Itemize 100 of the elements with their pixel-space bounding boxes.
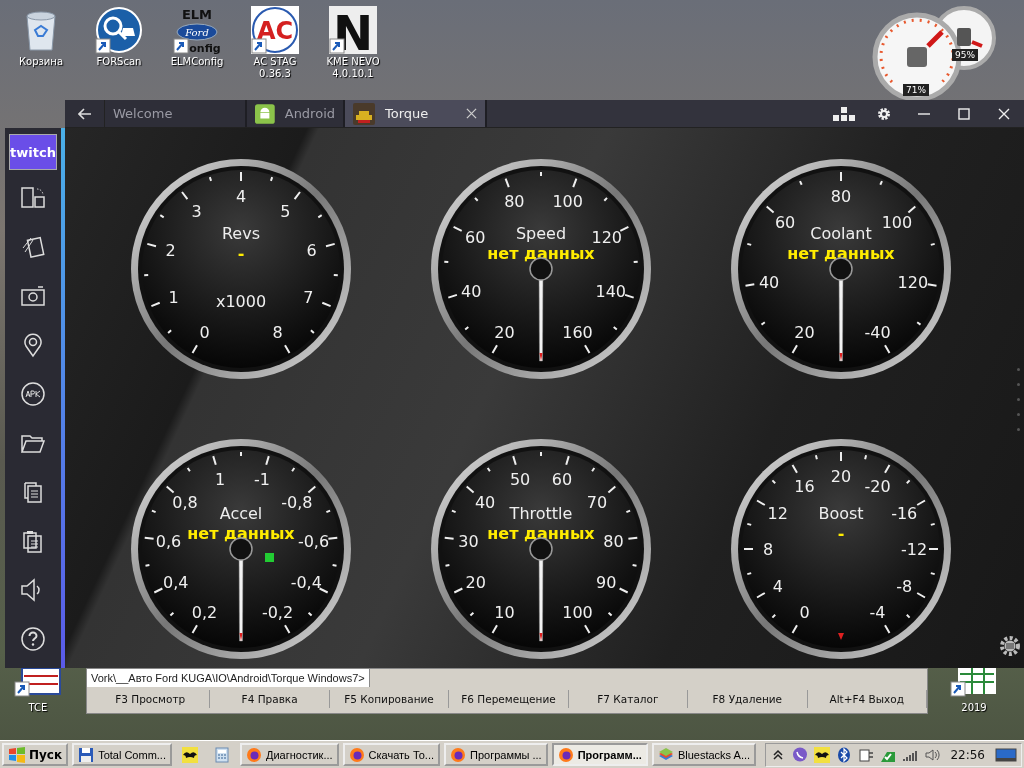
scale-label: 0,4 — [163, 572, 189, 592]
tab[interactable]: Torque — [345, 100, 487, 127]
needle-icon — [926, 30, 944, 48]
desktop-icon-label[interactable]: 2019 — [961, 702, 987, 714]
tab[interactable]: Android — [247, 100, 345, 127]
gauge-title: Accel — [219, 504, 263, 523]
scale-label: 60 — [551, 470, 573, 490]
android-icon — [255, 102, 275, 125]
scale-label: 40 — [758, 272, 780, 292]
help-icon[interactable] — [20, 626, 46, 652]
taskbar-button[interactable]: Скачать То... — [342, 743, 441, 766]
windows-logo-icon — [8, 746, 26, 763]
page-dot[interactable] — [1017, 398, 1020, 401]
browser-icon — [348, 746, 365, 763]
scale-label: 60 — [774, 213, 796, 233]
scale-label: 100 — [881, 213, 913, 233]
keyboard-keys-icon — [832, 106, 856, 121]
scale-label: -40 — [864, 323, 891, 343]
function-key-button[interactable]: F7 Каталог — [568, 690, 689, 708]
car-magnifier-icon[interactable] — [95, 6, 143, 54]
scale-label: 40 — [474, 493, 496, 513]
scale-label: 3 — [191, 202, 202, 222]
rotate-screen-icon[interactable] — [20, 185, 46, 211]
needle-tip — [838, 633, 844, 640]
scale-label: 10 — [494, 603, 515, 623]
scale-label: -4 — [869, 603, 886, 623]
scale-label: 90 — [596, 572, 617, 592]
gauge-unit: x1000 — [215, 292, 267, 311]
layers-icon — [657, 746, 674, 763]
clock: 22:56 — [950, 747, 985, 762]
tab[interactable]: Welcome — [105, 100, 247, 127]
gauge-reading: нет данных — [487, 524, 595, 543]
function-key-button[interactable]: F3 Просмотр — [91, 690, 211, 708]
desktop-icon-label[interactable]: AC STAG 0.36.3 — [239, 56, 311, 80]
taskbar-button[interactable]: Total Comm... — [72, 743, 172, 766]
browser-icon — [557, 746, 574, 763]
taskbar-button[interactable]: Bluestacks A... — [651, 743, 757, 766]
calculator-icon[interactable] — [214, 746, 230, 763]
apk-install-icon[interactable] — [20, 381, 46, 407]
bluetooth-icon[interactable] — [836, 746, 853, 763]
scale-label: 0,8 — [172, 493, 198, 513]
browser-icon — [246, 746, 262, 763]
scale-label: 5 — [280, 202, 291, 222]
gauge-reading: нет данных — [187, 524, 295, 543]
power-plug-icon[interactable] — [858, 746, 875, 763]
show-desktop-icon[interactable] — [995, 746, 1017, 763]
cards-icon[interactable] — [20, 234, 46, 260]
app-logo-icon[interactable]: AC — [251, 6, 299, 54]
scale-label: 0,2 — [191, 603, 218, 623]
scale-label: 4 — [772, 576, 783, 596]
scale-label: 20 — [465, 572, 486, 592]
bat-icon[interactable] — [814, 746, 831, 763]
taskbar-button[interactable]: Программ... — [551, 743, 648, 766]
page-dot[interactable] — [1017, 428, 1020, 431]
scale-label: -1 — [253, 470, 270, 490]
scale-label: -0,2 — [261, 603, 294, 623]
page-dot[interactable] — [1017, 383, 1020, 386]
desktop-icon-label[interactable]: KME NEVO 4.0.10.1 — [317, 56, 389, 80]
gauge-reading: - — [837, 524, 845, 543]
bat-icon[interactable] — [182, 746, 198, 763]
page-dot[interactable] — [1017, 368, 1020, 371]
scale-label: 100 — [552, 192, 583, 212]
browser-icon — [450, 746, 467, 763]
twitch-logo-button[interactable]: twitch — [9, 134, 57, 170]
scale-label: -16 — [891, 503, 918, 523]
desktop-icon-label[interactable]: ELMConfig — [170, 56, 224, 68]
scale-label: 1 — [214, 470, 226, 490]
function-key-button[interactable]: F5 Копирование — [329, 690, 450, 708]
engine-icon — [353, 102, 375, 125]
scale-label: 0 — [799, 603, 810, 623]
desktop-icon-label[interactable]: TCE — [28, 702, 48, 714]
desktop-icon-label[interactable]: Корзина — [18, 56, 64, 68]
function-key-button[interactable]: Alt+F4 Выход — [807, 690, 927, 708]
camera-icon[interactable] — [20, 283, 46, 309]
function-key-button[interactable]: F4 Правка — [210, 690, 330, 708]
scale-label: -8 — [896, 576, 913, 596]
gauge-title: Speed — [515, 224, 567, 243]
needle-icon — [971, 40, 983, 48]
cpu-reading: 71% — [903, 84, 929, 96]
function-key-button[interactable]: F6 Перемещение — [449, 690, 569, 708]
scale-label: -12 — [900, 540, 928, 559]
scale-label: -0,6 — [297, 531, 330, 551]
taskbar-button[interactable]: Диагностик... — [240, 743, 339, 766]
chat-bubble-icon[interactable] — [792, 746, 809, 763]
volume-icon[interactable] — [924, 746, 941, 763]
start-button[interactable]: Пуск — [2, 743, 69, 766]
settings-icon[interactable] — [998, 634, 1022, 658]
scale-label: 20 — [830, 467, 852, 486]
function-key-button[interactable]: F8 Удаление — [688, 690, 808, 708]
scale-label: -20 — [864, 476, 891, 496]
close-icon[interactable] — [466, 108, 477, 119]
page-dot[interactable] — [1017, 413, 1020, 416]
scale-label: 30 — [458, 531, 479, 551]
desktop-icon-label[interactable]: FORScan — [96, 56, 142, 68]
scale-label: 6 — [306, 241, 317, 261]
gauge-title: Revs — [222, 224, 260, 243]
back-button[interactable] — [65, 100, 105, 127]
taskbar-button[interactable]: Программы ... — [444, 743, 548, 766]
gauge-reading: - — [237, 244, 245, 263]
scale-label: 20 — [494, 323, 515, 343]
